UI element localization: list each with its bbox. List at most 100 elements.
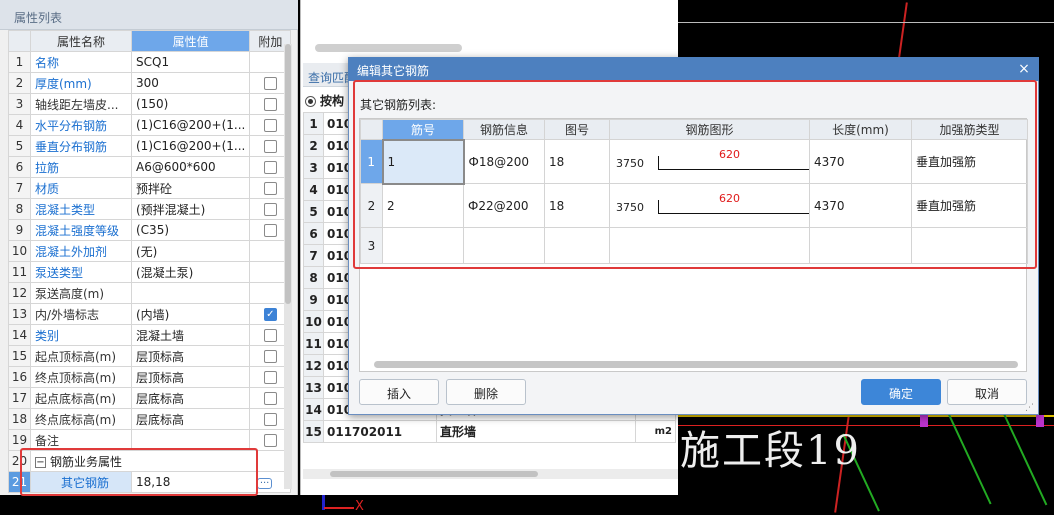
property-value[interactable]: 层顶标高 [130,366,251,388]
property-row[interactable]: 3 轴线距左墙皮... (150) [8,93,292,115]
row-number: 8 [8,198,31,220]
property-name: 泵送高度(m) [30,282,132,304]
property-value[interactable]: (1)C16@200+(1... [130,114,251,136]
row-number: 17 [8,387,31,409]
property-name: 材质 [30,177,132,199]
query-row-number: 9 [303,288,324,311]
addon-checkbox[interactable] [263,371,277,384]
radio-by-component[interactable]: 按构 [305,92,344,109]
cad-marker [920,415,928,427]
property-row[interactable]: 12 泵送高度(m) [8,282,292,304]
property-row[interactable]: 10 混凝土外加剂 (无) [8,240,292,262]
row-number: 13 [8,303,31,325]
property-value[interactable]: A6@600*600 [130,156,251,178]
insert-button[interactable]: 插入 [359,379,439,405]
query-row-number: 14 [303,398,324,421]
property-row[interactable]: 4 水平分布钢筋 (1)C16@200+(1... [8,114,292,136]
row-number: 5 [8,135,31,157]
property-value[interactable]: (150) [130,93,251,115]
property-row[interactable]: 15 起点顶标高(m) 层顶标高 [8,345,292,367]
property-value[interactable]: 层底标高 [130,387,251,409]
ok-button[interactable]: 确定 [861,379,941,405]
property-name: 拉筋 [30,156,132,178]
rebar-hscrollbar[interactable] [374,361,1018,368]
addon-checkbox[interactable] [263,140,277,153]
property-value[interactable]: 层底标高 [130,408,251,430]
query-row-number: 1 [303,112,324,135]
property-name: 起点顶标高(m) [30,345,132,367]
property-name: 轴线距左墙皮... [30,93,132,115]
dialog-title: 编辑其它钢筋 [348,57,1039,81]
property-row[interactable]: 1 名称 SCQ1 [8,51,292,73]
property-row[interactable]: 9 混凝土强度等级 (C35) [8,219,292,241]
property-name: 内/外墙标志 [30,303,132,325]
header-corner [8,30,31,52]
addon-checkbox[interactable] [263,98,277,111]
cad-marker [1036,415,1044,427]
property-row[interactable]: 13 内/外墙标志 (内墙) ✓ [8,303,292,325]
property-table: 属性名称 属性值 附加 1 名称 SCQ1 2 厚度(mm) 300 3 轴线距左墙皮...(… [8,30,292,493]
addon-checkbox[interactable] [263,203,277,216]
row-number: 11 [8,261,31,283]
property-value[interactable]: 300 [130,72,251,94]
property-row[interactable]: 16 终点顶标高(m) 层顶标高 [8,366,292,388]
addon-checkbox[interactable]: ✓ [263,308,277,321]
property-value[interactable]: SCQ1 [130,51,251,73]
addon-checkbox[interactable] [263,224,277,237]
property-row[interactable]: 17 起点底标高(m) 层底标高 [8,387,292,409]
property-name: 终点底标高(m) [30,408,132,430]
addon-checkbox[interactable] [263,119,277,132]
addon-checkbox[interactable] [263,161,277,174]
query-row-number: 4 [303,178,324,201]
property-value[interactable]: 层顶标高 [130,345,251,367]
property-row[interactable]: 6 拉筋 A6@600*600 [8,156,292,178]
header-property-value[interactable]: 属性值 [130,30,251,52]
property-row[interactable]: 5 垂直分布钢筋 (1)C16@200+(1... [8,135,292,157]
property-row[interactable]: 18 终点底标高(m) 层底标高 [8,408,292,430]
highlight-box [353,80,1037,269]
row-number: 12 [8,282,31,304]
property-row[interactable]: 8 混凝土类型 (预拌混凝土) [8,198,292,220]
property-value[interactable]: 混凝土墙 [130,324,251,346]
cad-line [678,415,1054,417]
top-scrollbar-thumb[interactable] [315,44,462,52]
property-name: 泵送类型 [30,261,132,283]
addon-checkbox[interactable] [263,350,277,363]
property-value[interactable]: 预拌砼 [130,177,251,199]
addon-checkbox[interactable] [263,329,277,342]
addon-checkbox[interactable] [263,434,277,447]
property-row[interactable]: 2 厚度(mm) 300 [8,72,292,94]
query-name: 直形墙 [436,420,636,443]
property-value[interactable]: (C35) [130,219,251,241]
ellipsis-button[interactable]: ··· [256,478,273,489]
property-value[interactable]: (预拌混凝土) [130,198,251,220]
query-row-number: 5 [303,200,324,223]
close-icon[interactable]: × [1017,61,1031,77]
resize-grip-icon[interactable]: ⋰ [1025,403,1034,413]
property-name: 水平分布钢筋 [30,114,132,136]
property-value[interactable]: (内墙) [130,303,251,325]
property-scrollbar-thumb[interactable] [285,44,291,304]
property-row[interactable]: 14 类别 混凝土墙 [8,324,292,346]
property-value[interactable]: (混凝土泵) [130,261,251,283]
property-row[interactable]: 7 材质 预拌砼 [8,177,292,199]
row-number: 9 [8,219,31,241]
property-value[interactable]: (无) [130,240,251,262]
property-row[interactable]: 11 泵送类型 (混凝土泵) [8,261,292,283]
query-row-number: 12 [303,354,324,377]
cancel-button[interactable]: 取消 [947,379,1027,405]
delete-button[interactable]: 删除 [446,379,526,405]
query-row[interactable]: 15 011702011 直形墙 m2 [303,420,676,443]
query-hscrollbar-thumb[interactable] [330,471,538,477]
addon-checkbox[interactable] [263,182,277,195]
addon-checkbox[interactable] [263,77,277,90]
property-name: 混凝土强度等级 [30,219,132,241]
property-value[interactable]: (1)C16@200+(1... [130,135,251,157]
header-property-name[interactable]: 属性名称 [30,30,132,52]
addon-checkbox[interactable] [263,392,277,405]
addon-checkbox[interactable] [263,413,277,426]
property-value[interactable] [130,282,251,304]
row-number: 10 [8,240,31,262]
cad-line [678,22,1054,23]
query-row-number: 15 [303,420,324,443]
